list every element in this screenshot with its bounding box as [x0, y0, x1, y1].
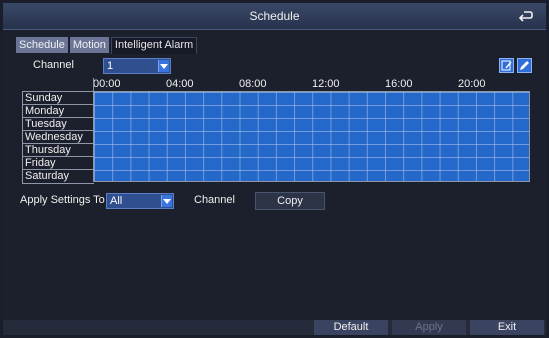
schedule-cells[interactable]: [93, 91, 530, 182]
default-button[interactable]: Default: [314, 320, 388, 335]
return-arrow-icon: [518, 11, 533, 22]
chevron-down-icon: [158, 60, 169, 72]
exit-button[interactable]: Exit: [470, 320, 544, 335]
day-labels: Sunday Monday Tuesday Wednesday Thursday…: [22, 91, 94, 184]
copy-button[interactable]: Copy: [255, 192, 325, 210]
day-label-tuesday: Tuesday: [23, 118, 94, 131]
edit-schedule-icon: [501, 60, 512, 71]
hour-axis: 00:00 04:00 08:00 12:00 16:00 20:00: [93, 78, 530, 91]
day-label-wednesday: Wednesday: [23, 131, 94, 144]
schedule-grid: 00:00 04:00 08:00 12:00 16:00 20:00 Sund…: [22, 78, 530, 184]
hour-label: 04:00: [166, 78, 194, 90]
pencil-button[interactable]: [517, 58, 532, 73]
channel-label: Channel: [33, 59, 74, 71]
edit-schedule-button[interactable]: [499, 58, 514, 73]
apply-settings-label: Apply Settings To: [20, 194, 105, 206]
apply-settings-select[interactable]: All: [106, 193, 174, 209]
hour-label: 16:00: [385, 78, 413, 90]
apply-button[interactable]: Apply: [392, 320, 466, 335]
apply-channel-label: Channel: [194, 194, 235, 206]
channel-select[interactable]: 1: [103, 58, 171, 74]
hour-label: 12:00: [312, 78, 340, 90]
day-label-thursday: Thursday: [23, 144, 94, 157]
title-bar: Schedule: [3, 3, 546, 30]
window-title: Schedule: [249, 9, 300, 23]
tab-intelligent-alarm[interactable]: Intelligent Alarm: [110, 37, 198, 54]
apply-settings-value: All: [110, 195, 123, 207]
back-button[interactable]: [516, 7, 534, 23]
day-label-friday: Friday: [23, 157, 94, 170]
tab-bar: Schedule Motion Intelligent Alarm: [16, 37, 199, 54]
day-label-monday: Monday: [23, 105, 94, 118]
hour-label: 00:00: [93, 78, 121, 90]
channel-value: 1: [107, 60, 114, 72]
chevron-down-icon: [161, 195, 172, 207]
tab-motion[interactable]: Motion: [69, 37, 109, 53]
hour-label: 08:00: [239, 78, 267, 90]
pencil-icon: [520, 61, 529, 70]
tab-schedule[interactable]: Schedule: [16, 37, 68, 53]
hour-label: 20:00: [458, 78, 486, 90]
day-label-sunday: Sunday: [23, 92, 94, 105]
day-label-saturday: Saturday: [25, 170, 70, 182]
